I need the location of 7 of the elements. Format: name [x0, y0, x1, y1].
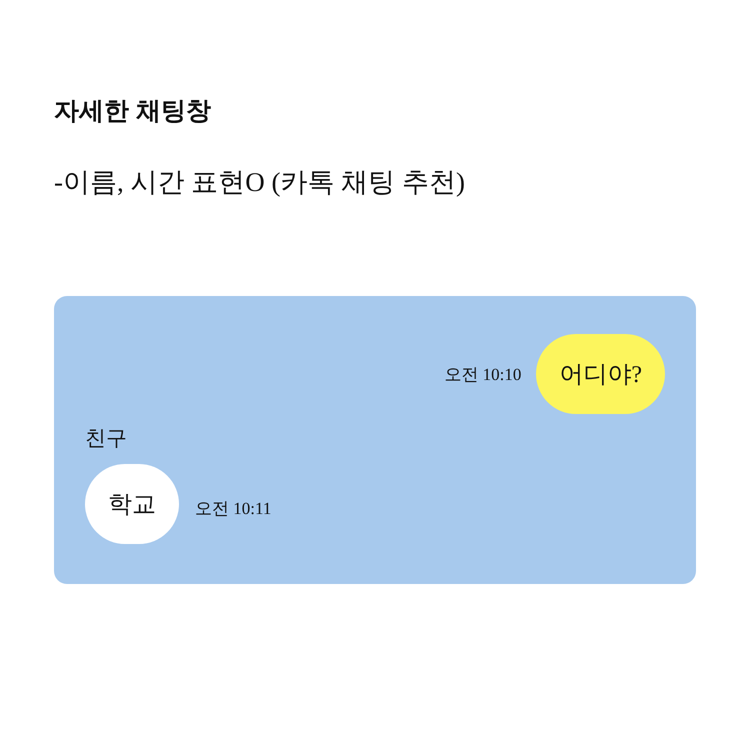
sender-name: 친구 [85, 426, 127, 452]
message-time: 오전 10:10 [444, 364, 522, 386]
page-title: 자세한 채팅창 [54, 96, 211, 127]
page-subtitle: -이름, 시간 표현O (카톡 채팅 추천) [54, 166, 465, 199]
message-time: 오전 10:11 [195, 498, 272, 520]
received-message-bubble: 학교 [85, 464, 179, 544]
sent-message-bubble: 어디야? [536, 334, 665, 414]
